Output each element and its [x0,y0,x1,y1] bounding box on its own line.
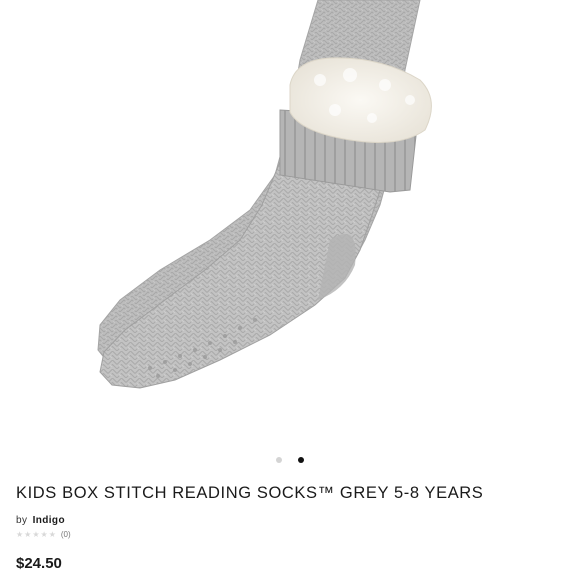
star-rating-icon: ★★★★★ [16,530,57,539]
product-image[interactable] [0,0,580,440]
socks-illustration [97,0,432,389]
product-page: KIDS BOX STITCH READING SOCKS™ GREY 5-8 … [0,0,580,580]
image-carousel-dots [0,455,580,465]
byline: by Indigo [16,515,65,526]
rating[interactable]: ★★★★★ (0) [16,530,71,539]
review-count: (0) [60,530,71,539]
product-title: KIDS BOX STITCH READING SOCKS™ GREY 5-8 … [16,484,484,502]
carousel-dot-2[interactable] [298,457,304,463]
brand-link[interactable]: Indigo [33,515,65,526]
carousel-dot-1[interactable] [276,457,282,463]
product-price: $24.50 [16,555,62,572]
by-label: by [16,515,28,526]
